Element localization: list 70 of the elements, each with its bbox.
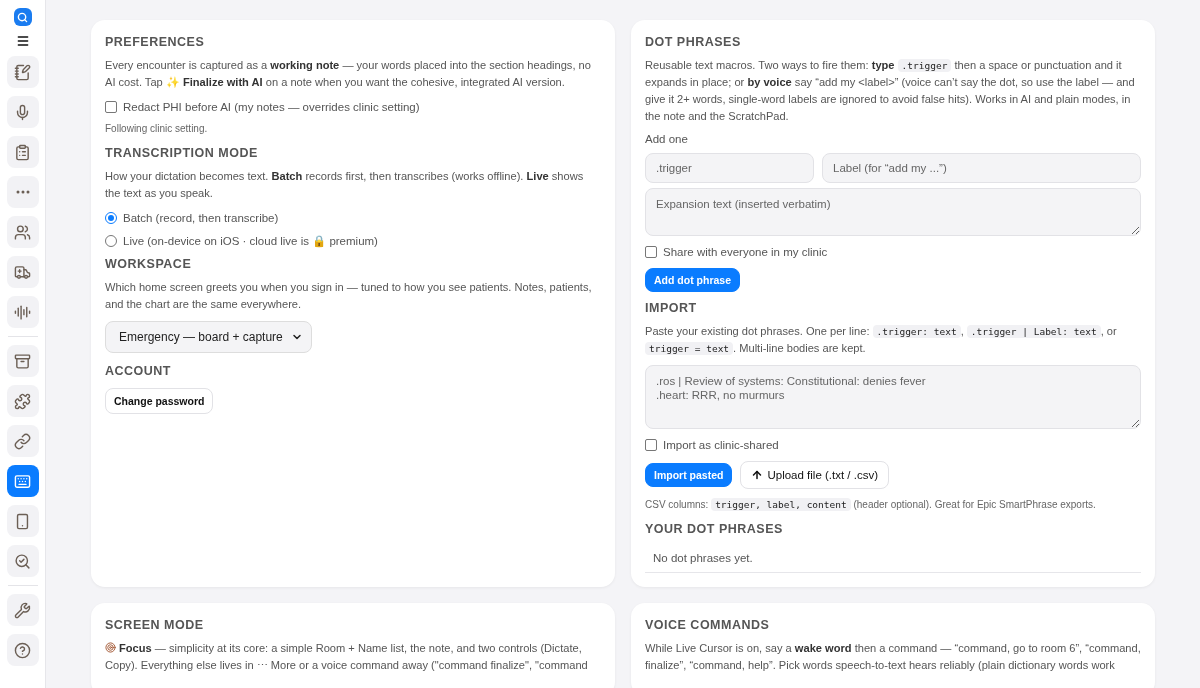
field-label: Add one (645, 133, 689, 145)
sidebar-item[interactable] (6, 256, 39, 288)
hint-text: Following clinic setting. (105, 122, 209, 136)
tools-icon (14, 601, 31, 619)
radio-label[interactable]: Batch (record, then transcribe) (123, 212, 279, 224)
section-heading: IMPORT (645, 301, 698, 315)
people-icon (14, 223, 31, 241)
sidebar-item[interactable] (6, 296, 39, 328)
sidebar-item[interactable] (6, 216, 39, 248)
archive-icon (14, 352, 31, 370)
sidebar-item[interactable] (6, 505, 39, 537)
empty-message: No dot phrases yet. (645, 544, 1141, 573)
text-area[interactable]: Expansion text (inserted verbatim) (645, 188, 1141, 236)
description-text: Focus — simplicity at its core: a simple Room + Name list, the note, and two controls (Dictate, Copy). Everything else lives in ⋯ More or a voice command away ("command finalize", "command (105, 641, 589, 673)
section-heading: SCREEN MODE (105, 618, 205, 632)
checkbox-label[interactable]: Share with everyone in my clinic (663, 246, 828, 258)
workspace-select[interactable]: Emergency — board + capture (105, 321, 312, 353)
upload-icon (751, 469, 764, 481)
checkbox[interactable] (105, 101, 117, 113)
section-heading: DOT PHRASES (645, 35, 742, 49)
text-field[interactable]: .trigger (645, 153, 814, 183)
sidebar-item[interactable] (6, 385, 39, 417)
menu-icon[interactable] (15, 34, 30, 48)
action-button[interactable]: Add dot phrase (645, 268, 740, 292)
link-icon (14, 432, 31, 450)
text-field[interactable]: Label (for “add my ...”) (822, 153, 1141, 183)
sidebar-item[interactable] (6, 594, 39, 626)
more-icon (15, 190, 30, 194)
checkbox[interactable] (645, 246, 657, 258)
section-heading: TRANSCRIPTION MODE (105, 146, 259, 160)
checkbox[interactable] (645, 439, 657, 451)
description-text: Every encounter is captured as a working note — your words placed into the section headings, no AI cost. Tap ✨ Finalize with AI on a note when you want the cohesive, integrated AI version. (105, 58, 592, 90)
sidebar-item[interactable] (6, 56, 39, 88)
sidebar-item[interactable] (6, 345, 39, 377)
puzzle-icon (14, 392, 31, 410)
sidebar-item[interactable] (6, 634, 39, 666)
change-password-button[interactable]: Change password (105, 388, 214, 414)
action-button[interactable]: Import pasted (645, 463, 733, 487)
radio-label[interactable]: Live (on-device on iOS · cloud live is 🔒 premium) (123, 234, 378, 248)
description-text: While Live Cursor is on, say a wake word then a command — “command, go to room 6”, “command, finalize”, “command, help”. Pick words speech-to-text hears reliably (plain dictionary words work (645, 641, 1141, 673)
app-logo-icon[interactable] (13, 8, 32, 26)
target-icon (105, 642, 116, 653)
section-heading: ACCOUNT (105, 364, 172, 378)
help-icon (14, 641, 31, 659)
checkbox-label[interactable]: Redact PHI before AI (my notes — overrides clinic setting) (123, 101, 420, 113)
notepad-icon (14, 63, 31, 81)
sidebar-item[interactable] (6, 96, 39, 128)
sidebar-item[interactable] (6, 545, 39, 577)
hint-text: CSV columns: trigger, label, content (header optional). Great for Epic SmartPhrase exports. (645, 497, 1097, 513)
description-text: Reusable text macros. Two ways to fire them: type .trigger then a space or punctuation and it expands in place; or by voice say “add my <label>” (voice can’t say the dot, so use the label — and give it 2+ words, single-word labels are ignored to avoid false hits). Works in AI and plain modes, in the note and the ScratchPad. (645, 58, 1136, 124)
upload-button[interactable]: Upload file (.txt / .csv) (740, 461, 889, 489)
section-heading: WORKSPACE (105, 257, 193, 271)
description-text: How your dictation becomes text. Batch records first, then transcribes (works offline). Live shows the text as you speak. (105, 169, 585, 201)
checkbox-label[interactable]: Import as clinic-shared (663, 439, 779, 451)
description-text: Which home screen greets you when you sign in — tuned to how you see patients. Notes, patients, and the chart are the same everywhere. (105, 280, 593, 312)
search-icon (14, 552, 31, 570)
sidebar-item[interactable] (6, 465, 39, 497)
ambulance-icon (14, 263, 31, 281)
section-heading: PREFERENCES (105, 35, 206, 49)
section-heading: VOICE COMMANDS (645, 618, 771, 632)
microphone-icon (14, 103, 31, 121)
voice-icon (14, 303, 31, 321)
description-text: Paste your existing dot phrases. One per line: .trigger: text , .trigger | Label: text , or trigger = text . Multi-line bodies are kept. (645, 324, 1118, 357)
text-area[interactable]: .ros | Review of systems: Constitutional: denies fever .heart: RRR, no murmurs (645, 365, 1141, 429)
clipboard-icon (14, 143, 31, 161)
sidebar-item[interactable] (6, 425, 39, 457)
keyboard-icon (14, 472, 31, 490)
section-heading: YOUR DOT PHRASES (645, 522, 784, 536)
phone-icon (14, 512, 31, 530)
sidebar-item[interactable] (6, 136, 39, 168)
